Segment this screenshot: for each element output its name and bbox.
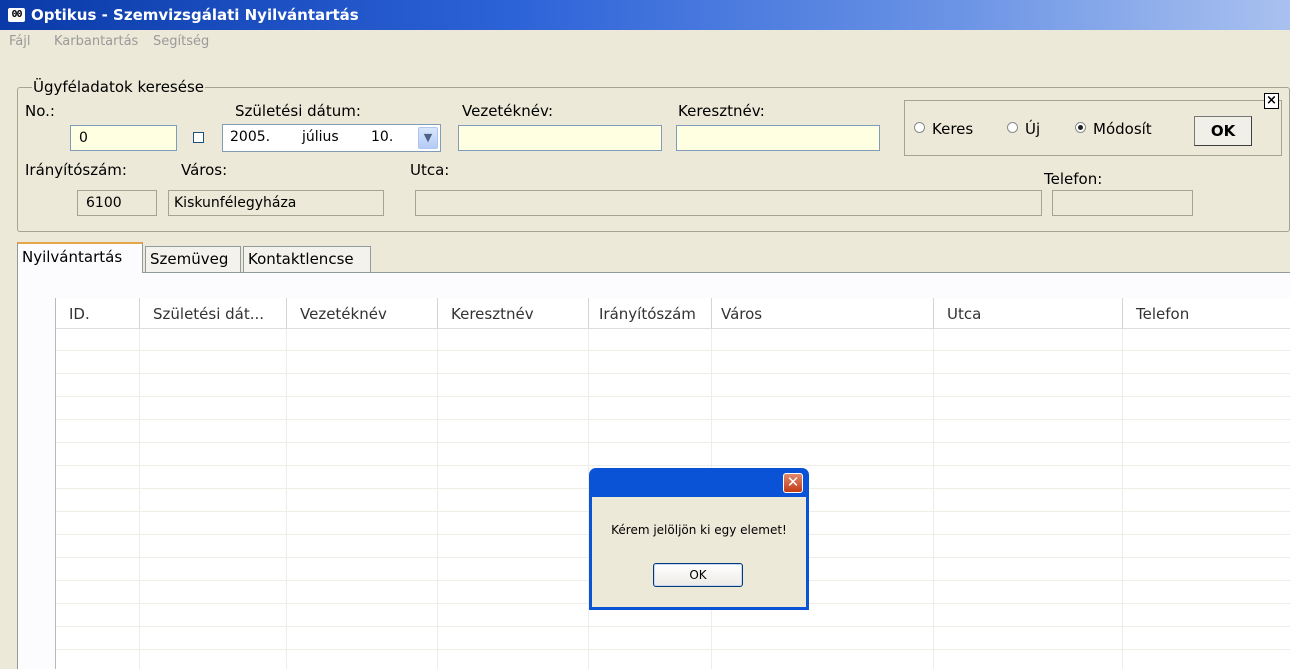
radio-new-label: Új [1025, 120, 1041, 138]
tab-records[interactable]: Nyilvántartás [17, 242, 143, 273]
radio-modify[interactable]: Módosít [1075, 120, 1152, 138]
city-field[interactable]: Kiskunfélegyháza [168, 190, 384, 216]
birth-month: július [302, 129, 339, 145]
column-header-zip[interactable]: Irányítószám [589, 298, 712, 328]
chevron-down-icon[interactable]: ▼ [418, 127, 438, 149]
dialog-body: Kérem jelöljön ki egy elemet! OK [592, 497, 806, 607]
street-label: Utca: [410, 161, 450, 179]
radio-new[interactable]: Új [1007, 120, 1040, 138]
column-header-last-name[interactable]: Vezetéknév [287, 298, 438, 328]
menu-help[interactable]: Segítség [153, 34, 209, 49]
street-field[interactable] [415, 190, 1042, 216]
radio-button-icon [1007, 122, 1018, 133]
column-header-birth-date[interactable]: Születési dát... [140, 298, 287, 328]
menu-file[interactable]: Fájl [9, 34, 30, 49]
window-title: Optikus - Szemvizsgálati Nyilvántartás [31, 6, 359, 24]
first-name-field[interactable] [676, 125, 880, 151]
column-header-phone[interactable]: Telefon [1123, 298, 1290, 328]
birth-date-checkbox[interactable] [193, 132, 204, 143]
first-name-label: Keresztnév: [678, 102, 765, 120]
radio-search-label: Keres [932, 120, 974, 138]
no-field[interactable]: 0 [70, 125, 177, 151]
close-icon[interactable]: ✕ [783, 473, 803, 493]
dialog-ok-button[interactable]: OK [653, 563, 743, 587]
ok-button[interactable]: OK [1194, 116, 1252, 146]
customer-search-legend: Ügyféladatok keresése [32, 78, 206, 96]
grid-header: ID. Születési dát... Vezetéknév Keresztn… [56, 298, 1290, 329]
menu-maintenance[interactable]: Karbantartás [54, 34, 138, 49]
last-name-field[interactable] [458, 125, 662, 151]
last-name-label: Vezetéknév: [462, 102, 554, 120]
tab-contact-lens[interactable]: Kontaktlencse [243, 246, 371, 272]
zip-field[interactable]: 6100 [77, 190, 157, 216]
radio-modify-label: Módosít [1093, 120, 1152, 138]
radio-button-selected-icon [1075, 122, 1086, 133]
message-dialog: ✕ Kérem jelöljön ki egy elemet! OK [589, 468, 809, 610]
birth-date-picker[interactable]: 2005. július 10. ▼ [222, 124, 441, 152]
column-header-city[interactable]: Város [712, 298, 934, 328]
dialog-title-bar[interactable]: ✕ [592, 468, 806, 497]
radio-button-icon [914, 122, 925, 133]
phone-field[interactable] [1052, 190, 1193, 216]
column-header-first-name[interactable]: Keresztnév [438, 298, 589, 328]
birth-date-label: Születési dátum: [235, 102, 361, 120]
city-label: Város: [181, 161, 228, 179]
glasses-icon: 00 [8, 8, 25, 22]
close-icon[interactable]: × [1264, 93, 1279, 109]
column-header-id[interactable]: ID. [56, 298, 140, 328]
birth-day: 10. [371, 129, 394, 145]
birth-year: 2005. [230, 129, 271, 145]
phone-label: Telefon: [1044, 170, 1103, 188]
dialog-message: Kérem jelöljön ki egy elemet! [611, 523, 787, 537]
column-header-street[interactable]: Utca [934, 298, 1123, 328]
radio-search[interactable]: Keres [914, 120, 973, 138]
tab-glasses[interactable]: Szemüveg [145, 246, 241, 272]
zip-label: Irányítószám: [25, 161, 127, 179]
no-label: No.: [25, 102, 55, 120]
